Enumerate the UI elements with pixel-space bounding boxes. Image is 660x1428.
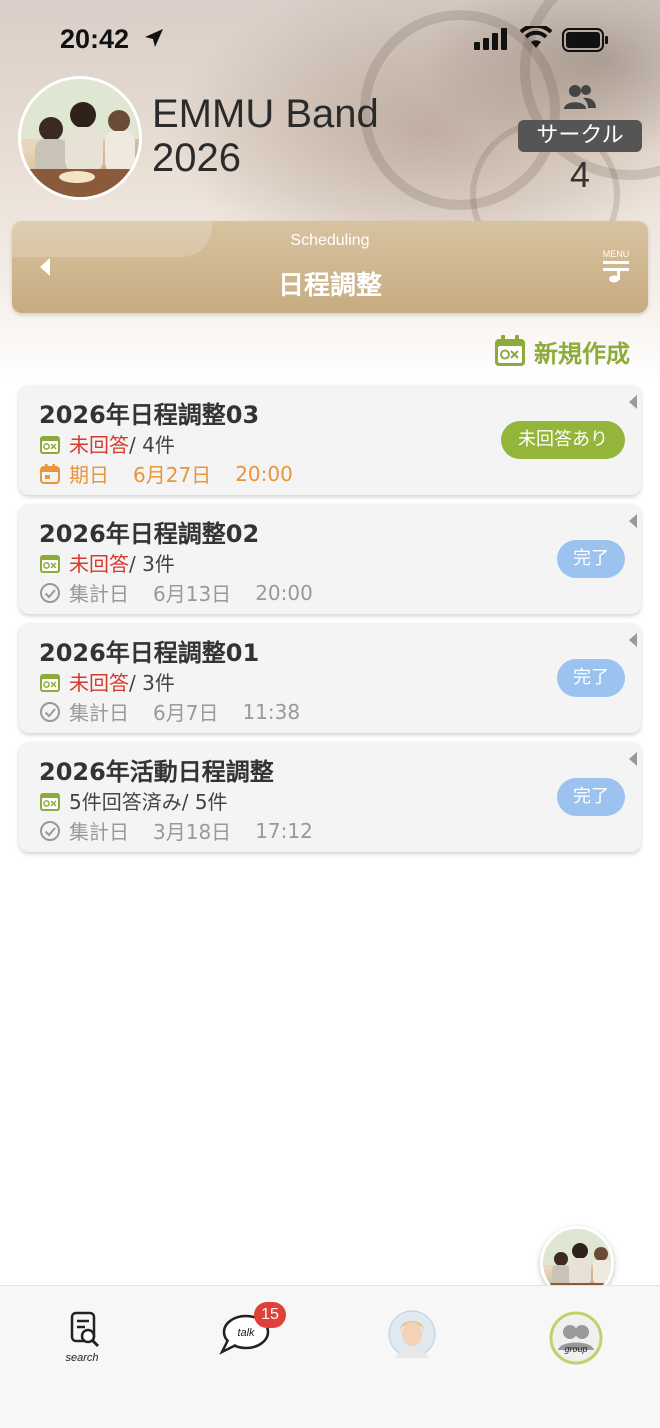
schedule-card[interactable]: 2026年日程調整03 未回答 / 4件 期日 6月27日 20:00 未回答あ… <box>19 385 641 495</box>
status-time: 20:42 <box>60 24 130 54</box>
date-row: 集計日 3月18日 17:12 <box>39 816 313 845</box>
group-avatar[interactable] <box>18 76 142 200</box>
group-title-line1: EMMU Band <box>152 92 379 136</box>
ox-calendar-icon <box>40 554 60 573</box>
menu-button[interactable]: MENU <box>598 249 634 285</box>
status-bar: 20:42 <box>0 0 660 80</box>
check-circle-icon <box>40 701 60 722</box>
schedule-card[interactable]: 2026年日程調整01 未回答 / 3件 集計日 6月7日 11:38 完了 <box>19 623 641 733</box>
time-value: 17:12 <box>255 818 313 843</box>
corner-marker <box>629 514 637 528</box>
ox-calendar-icon <box>40 673 60 692</box>
schedule-title: 2026年活動日程調整 <box>39 758 274 786</box>
music-menu-icon <box>603 261 629 283</box>
search-icon <box>70 1311 100 1348</box>
members-icon <box>564 85 596 109</box>
time-value: 20:00 <box>255 580 313 605</box>
signal-icon <box>474 28 507 50</box>
schedule-title: 2026年日程調整02 <box>39 520 260 548</box>
status-badge: 未回答あり <box>501 421 625 459</box>
response-row: 未回答 / 3件 <box>39 667 175 696</box>
schedule-card[interactable]: 2026年日程調整02 未回答 / 3件 集計日 6月13日 20:00 完了 <box>19 504 641 614</box>
time-value: 20:00 <box>235 461 293 486</box>
date-label: 集計日 <box>69 820 129 844</box>
new-schedule-label: 新規作成 <box>534 339 630 368</box>
date-value: 3月18日 <box>153 820 232 844</box>
wifi-icon <box>520 26 552 48</box>
tab-profile[interactable] <box>382 1310 442 1370</box>
nav-subtitle: Scheduling <box>290 232 370 249</box>
response-row: 未回答 / 3件 <box>39 548 175 577</box>
group-title: EMMU Band 2026 <box>152 92 379 180</box>
status-badge: 完了 <box>557 540 625 578</box>
bottom-tab-bar: search talk group <box>0 1285 660 1428</box>
calendar-icon <box>40 463 60 484</box>
schedule-title: 2026年日程調整03 <box>39 401 260 429</box>
circle-type-label: サークル <box>518 120 642 152</box>
corner-marker <box>629 752 637 766</box>
menu-label: MENU <box>602 249 630 259</box>
response-status: 未回答 <box>69 671 129 695</box>
talk-unread-badge: 15 <box>254 1302 286 1328</box>
ox-calendar-icon <box>40 792 60 811</box>
ox-calendar-icon <box>40 435 60 454</box>
schedule-title: 2026年日程調整01 <box>39 639 260 667</box>
group-icon: group <box>549 1311 603 1365</box>
response-row: 5件回答済み / 5件 <box>39 786 228 815</box>
tab-search-label: search <box>65 1352 99 1364</box>
corner-marker <box>629 395 637 409</box>
check-circle-icon <box>40 820 60 841</box>
time-value: 11:38 <box>242 699 301 724</box>
battery-icon <box>562 28 608 52</box>
new-schedule-button[interactable]: 新規作成 <box>494 334 630 368</box>
response-count: / 3件 <box>129 671 175 695</box>
scheduling-nav-bar: Scheduling 日程調整 MENU <box>12 221 648 313</box>
response-count: / 4件 <box>129 433 175 457</box>
member-count: 4 <box>569 154 591 195</box>
ox-calendar-icon <box>495 335 525 366</box>
response-status: 5件回答済み <box>69 790 182 814</box>
tab-group-label: group <box>564 1344 587 1354</box>
schedule-card[interactable]: 2026年活動日程調整 5件回答済み / 5件 集計日 3月18日 17:12 … <box>19 742 641 852</box>
date-label: 期日 <box>69 463 109 487</box>
date-value: 6月7日 <box>153 701 219 725</box>
nav-title: 日程調整 <box>277 271 382 301</box>
date-label: 集計日 <box>69 701 129 725</box>
profile-avatar-icon <box>388 1310 436 1358</box>
date-row: 期日 6月27日 20:00 <box>39 459 293 488</box>
tab-search[interactable]: search <box>52 1310 112 1370</box>
response-status: 未回答 <box>69 433 129 457</box>
corner-marker <box>629 633 637 647</box>
date-value: 6月27日 <box>133 463 212 487</box>
date-row: 集計日 6月13日 20:00 <box>39 578 313 607</box>
response-row: 未回答 / 4件 <box>39 429 175 458</box>
check-circle-icon <box>40 582 60 603</box>
response-status: 未回答 <box>69 552 129 576</box>
group-title-line2: 2026 <box>152 136 241 180</box>
response-count: / 3件 <box>129 552 175 576</box>
date-row: 集計日 6月7日 11:38 <box>39 697 300 726</box>
date-label: 集計日 <box>69 582 129 606</box>
response-count: / 5件 <box>181 790 228 814</box>
circle-members[interactable]: サークル 4 <box>518 84 642 196</box>
back-arrow-icon[interactable] <box>34 255 58 279</box>
tab-talk-label: talk <box>237 1327 255 1339</box>
tab-group[interactable]: group <box>546 1310 606 1370</box>
location-arrow-icon <box>145 29 163 47</box>
date-value: 6月13日 <box>153 582 232 606</box>
status-badge: 完了 <box>557 659 625 697</box>
status-badge: 完了 <box>557 778 625 816</box>
